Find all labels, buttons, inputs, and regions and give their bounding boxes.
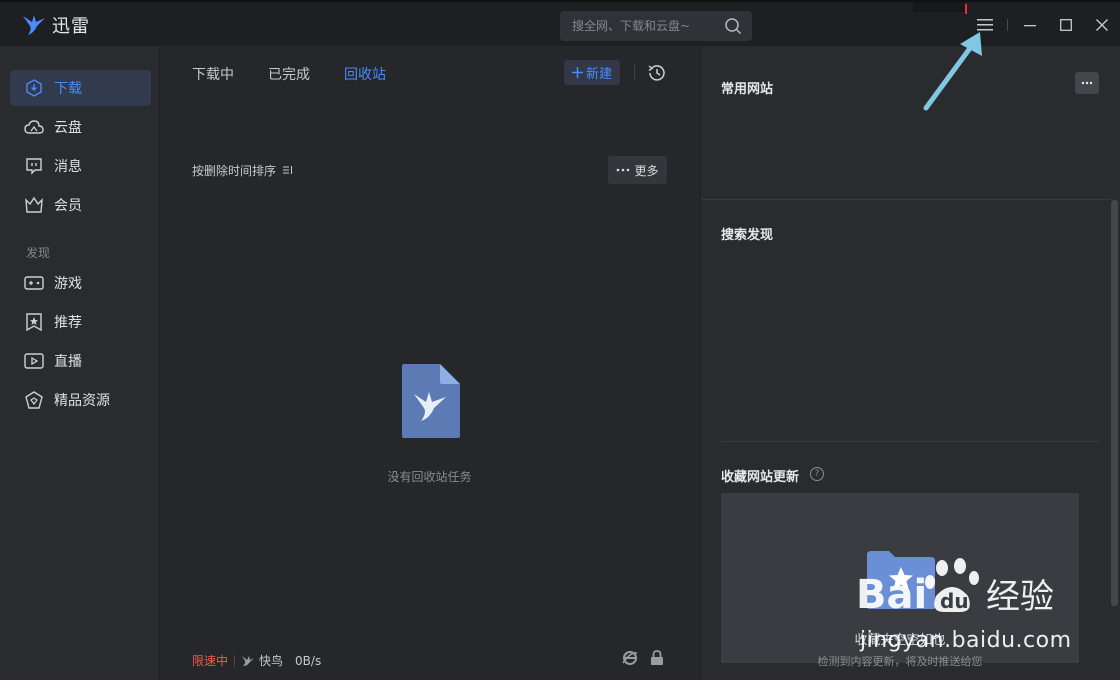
maximize-icon [1060,19,1072,31]
close-button[interactable] [1084,8,1120,42]
sort-icon [282,166,292,174]
watermark-url: jingyan.baidu.com [860,628,1072,653]
sidebar-item-cloud[interactable]: 云盘 [10,109,151,145]
plus-icon [571,67,583,78]
sidebar-item-label: 下载 [54,81,82,97]
empty-recycle-bin-icon [402,364,460,438]
status-bar: 限速中 快鸟 0B/s [192,652,321,669]
search-discover-title: 搜索发现 [721,228,774,243]
title-strip [913,2,965,12]
controls-separator [1007,19,1008,31]
ellipsis-icon [1081,81,1093,85]
svg-text:du: du [940,589,969,613]
sidebar-item-member[interactable]: 会员 [10,187,151,223]
toolbar-separator [634,64,635,80]
help-icon[interactable]: ? [810,467,824,481]
fav-updates-title: 收藏网站更新 [721,470,800,485]
new-task-button[interactable]: 新建 [564,60,620,85]
sidebar-item-label: 精品资源 [54,393,110,409]
tab-recycle-bin[interactable]: 回收站 [344,64,386,84]
svg-text:Bai: Bai [856,572,927,618]
star-icon [24,312,44,332]
download-icon [24,78,44,98]
sidebar-item-live[interactable]: 直播 [10,343,151,379]
new-task-label: 新建 [585,67,612,82]
minimize-button[interactable] [1012,8,1048,42]
sort-by-delete-time[interactable]: 按删除时间排序 [192,162,293,179]
gamepad-icon [24,273,44,293]
sidebar-item-message[interactable]: 消息 [10,148,151,184]
baidu-watermark-logo: Bai du 经验 [856,558,1054,618]
download-tabs: 下载中 已完成 回收站 [192,64,386,84]
sidebar-item-label: 消息 [54,159,82,175]
status-actions [622,650,664,666]
more-button[interactable]: 更多 [608,156,667,184]
main-panel: 下载中 已完成 回收站 新建 按删除时间排序 更多 没有回收站任务 限速中 快鸟… [160,46,699,680]
discover-section-title: 发现 [26,246,51,260]
sidebar-item-recommend[interactable]: 推荐 [10,304,151,340]
search-icon[interactable] [724,17,742,35]
app-logo: 迅雷 [22,12,90,38]
svg-text:经验: 经验 [986,577,1054,617]
fast-bird-label[interactable]: 快鸟 [259,652,283,669]
message-icon [24,156,44,176]
speed-limit-status[interactable]: 限速中 [192,652,228,669]
sort-label-text: 按删除时间排序 [192,164,277,178]
sidebar-item-premium-resources[interactable]: 精品资源 [10,382,151,418]
search-box[interactable] [560,11,752,41]
section-divider [701,199,1111,200]
status-separator [234,654,236,667]
sidebar: 下载 云盘 消息 会员 发现 游戏 推荐 直播 精品资源 [0,46,160,680]
diamond-icon [24,390,44,410]
crown-icon [24,195,44,215]
fast-bird-icon [242,655,255,666]
favorites-empty-subtext: 检测到内容更新，将及时推送给您 [817,655,983,668]
sidebar-item-label: 推荐 [54,315,82,331]
tab-completed[interactable]: 已完成 [268,64,310,84]
thunder-bird-logo-icon [23,15,45,35]
more-label: 更多 [634,163,659,178]
sidebar-item-label: 会员 [54,198,82,214]
tab-downloading[interactable]: 下载中 [192,64,234,84]
window-controls [967,8,1120,42]
lock-icon[interactable] [650,650,664,666]
minimize-icon [1024,25,1036,27]
annotation-arrow-icon [923,32,982,111]
section-divider [721,441,1099,442]
sidebar-item-download[interactable]: 下载 [10,70,151,106]
sidebar-item-label: 云盘 [54,120,82,136]
sidebar-item-games[interactable]: 游戏 [10,265,151,301]
cloud-icon [24,117,44,137]
app-name: 迅雷 [52,16,90,37]
browser-icon[interactable] [622,650,638,666]
right-panel-scrollbar[interactable] [1111,200,1118,606]
ellipsis-icon [617,168,630,172]
close-icon [1096,19,1108,31]
history-icon[interactable] [646,62,668,84]
common-sites-title: 常用网站 [721,82,774,97]
sidebar-item-label: 游戏 [54,276,82,292]
common-sites-more-button[interactable] [1075,72,1099,94]
empty-state-text: 没有回收站任务 [387,470,472,484]
live-icon [24,351,44,371]
maximize-button[interactable] [1048,8,1084,42]
sidebar-item-label: 直播 [54,354,82,370]
search-input[interactable] [572,19,720,33]
download-speed: 0B/s [295,653,322,668]
